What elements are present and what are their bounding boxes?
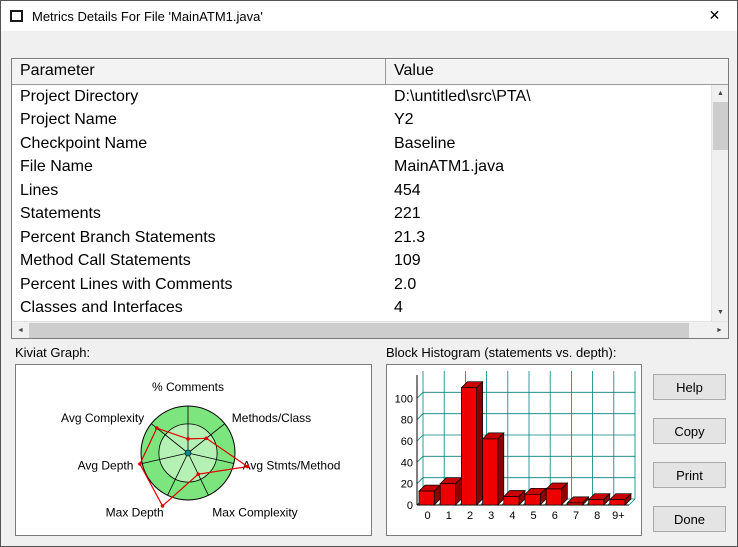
table-row[interactable]: Lines454 [12, 179, 711, 203]
svg-text:6: 6 [552, 510, 558, 522]
table-row[interactable]: Classes and Interfaces4 [12, 297, 711, 321]
table-rows: Project DirectoryD:\untitled\src\PTA\Pro… [12, 85, 711, 321]
cell-value: Y2 [386, 111, 414, 129]
column-header-parameter[interactable]: Parameter [12, 59, 386, 84]
window-title: Metrics Details For File 'MainATM1.java' [32, 9, 263, 24]
done-button[interactable]: Done [653, 506, 726, 532]
svg-text:7: 7 [573, 510, 579, 522]
table-row[interactable]: Method Call Statements109 [12, 250, 711, 274]
block-histogram-label: Block Histogram (statements vs. depth): [386, 345, 616, 360]
copy-button[interactable]: Copy [653, 418, 726, 444]
horizontal-scroll-thumb[interactable] [29, 323, 689, 338]
cell-parameter: Method Call Statements [12, 252, 386, 270]
kiviat-graph-label: Kiviat Graph: [15, 345, 90, 360]
svg-text:3: 3 [488, 510, 494, 522]
svg-text:Avg Complexity: Avg Complexity [61, 411, 144, 425]
svg-text:% Comments: % Comments [152, 380, 224, 394]
svg-text:Max Depth: Max Depth [106, 506, 164, 520]
cell-value: Baseline [386, 135, 455, 153]
table-row[interactable]: Statements221 [12, 203, 711, 227]
svg-text:Methods/Class: Methods/Class [232, 411, 311, 425]
svg-text:4: 4 [509, 510, 515, 522]
table-row[interactable]: Project NameY2 [12, 109, 711, 133]
svg-text:5: 5 [531, 510, 537, 522]
svg-text:1: 1 [446, 510, 452, 522]
svg-text:Max Complexity: Max Complexity [212, 506, 297, 520]
svg-text:9+: 9+ [612, 510, 625, 522]
cell-value: MainATM1.java [386, 158, 504, 176]
cell-value: 21.3 [386, 229, 425, 247]
cell-parameter: Statements [12, 205, 386, 223]
help-button[interactable]: Help [653, 374, 726, 400]
svg-text:40: 40 [401, 457, 413, 469]
svg-text:0: 0 [425, 510, 431, 522]
cell-value: D:\untitled\src\PTA\ [386, 88, 531, 106]
svg-text:8: 8 [594, 510, 600, 522]
app-icon [10, 10, 23, 22]
table-row[interactable]: Percent Branch Statements21.3 [12, 226, 711, 250]
cell-value: 454 [386, 182, 421, 200]
cell-parameter: Project Directory [12, 88, 386, 106]
svg-text:Avg Stmts/Method: Avg Stmts/Method [243, 459, 341, 473]
table-row[interactable]: Percent Lines with Comments2.0 [12, 273, 711, 297]
table-row[interactable]: File NameMainATM1.java [12, 156, 711, 180]
cell-value: 109 [386, 252, 421, 270]
metrics-table: Parameter Value Project DirectoryD:\unti… [11, 58, 729, 339]
block-histogram-panel: 0 20 40 60 80 100 0 1 2 3 4 5 6 7 8 9+ [386, 364, 642, 536]
close-button[interactable]: ✕ [692, 1, 737, 30]
close-icon: ✕ [709, 7, 721, 23]
svg-text:2: 2 [467, 510, 473, 522]
column-header-value[interactable]: Value [386, 59, 442, 84]
svg-text:60: 60 [401, 436, 413, 448]
scroll-up-icon[interactable]: ▲ [712, 85, 729, 102]
histogram-chart: 0 20 40 60 80 100 0 1 2 3 4 5 6 7 8 9+ [387, 365, 641, 535]
kiviat-chart: % Comments Methods/Class Avg Stmts/Method M… [16, 365, 371, 535]
metrics-details-dialog: Metrics Details For File 'MainATM1.java'… [0, 0, 738, 547]
svg-text:80: 80 [401, 415, 413, 427]
scroll-right-icon[interactable]: ► [711, 322, 728, 339]
cell-parameter: Checkpoint Name [12, 135, 386, 153]
title-bar: Metrics Details For File 'MainATM1.java'… [1, 1, 737, 31]
cell-parameter: Classes and Interfaces [12, 299, 386, 317]
table-row[interactable]: Project DirectoryD:\untitled\src\PTA\ [12, 85, 711, 109]
vertical-scroll-thumb[interactable] [713, 102, 728, 150]
kiviat-graph-panel: % Comments Methods/Class Avg Stmts/Method M… [15, 364, 372, 536]
cell-parameter: Lines [12, 182, 386, 200]
svg-text:0: 0 [407, 500, 413, 512]
scroll-left-icon[interactable]: ◄ [12, 322, 29, 339]
svg-text:20: 20 [401, 479, 413, 491]
horizontal-scrollbar[interactable]: ◄ ► [12, 321, 728, 338]
cell-value: 2.0 [386, 276, 416, 294]
cell-parameter: Percent Branch Statements [12, 229, 386, 247]
table-row[interactable]: Checkpoint NameBaseline [12, 132, 711, 156]
cell-parameter: File Name [12, 158, 386, 176]
vertical-scrollbar[interactable]: ▲ ▼ [711, 85, 728, 321]
cell-parameter: Project Name [12, 111, 386, 129]
svg-text:100: 100 [395, 393, 413, 405]
cell-value: 221 [386, 205, 421, 223]
svg-text:Avg Depth: Avg Depth [78, 459, 134, 473]
table-header: Parameter Value [12, 59, 728, 85]
print-button[interactable]: Print [653, 462, 726, 488]
scroll-down-icon[interactable]: ▼ [712, 304, 729, 321]
cell-value: 4 [386, 299, 403, 317]
cell-parameter: Percent Lines with Comments [12, 276, 386, 294]
